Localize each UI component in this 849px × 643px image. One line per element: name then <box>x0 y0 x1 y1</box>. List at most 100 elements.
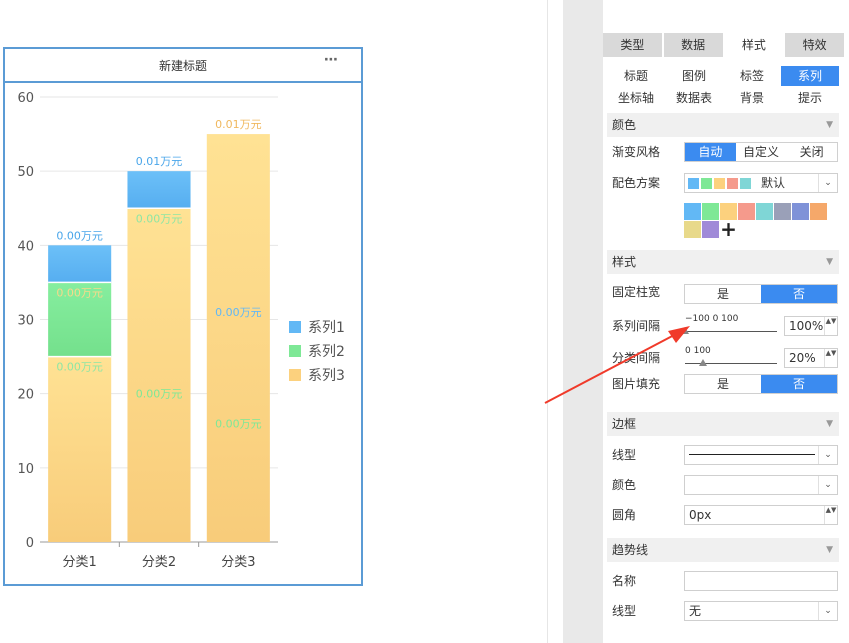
image-fill-no[interactable]: 否 <box>761 375 837 393</box>
subtab-series[interactable]: 系列 <box>781 66 839 86</box>
tab-style[interactable]: 样式 <box>724 33 784 57</box>
gradient-style-toggle: 自动 自定义 关闭 <box>684 142 838 162</box>
line-preview <box>689 454 815 455</box>
color-scheme-value: 默认 <box>761 176 786 190</box>
color-swatch[interactable] <box>756 203 773 220</box>
slider-thumb[interactable] <box>681 327 689 334</box>
gradient-off-option[interactable]: 关闭 <box>786 143 837 161</box>
chevron-down-icon[interactable]: ⌄ <box>818 174 837 192</box>
y-tick-label: 10 <box>17 462 34 477</box>
scheme-preview-swatch <box>727 178 738 189</box>
color-swatches <box>684 203 828 220</box>
spinner-arrows-icon[interactable]: ▲▼ <box>824 506 837 524</box>
caret-down-icon: ▼ <box>826 257 833 267</box>
section-border[interactable]: 边框 ▼ <box>607 412 839 436</box>
y-tick-label: 0 <box>26 536 34 551</box>
legend-swatch <box>289 369 301 381</box>
image-fill-label: 图片填充 <box>612 377 661 391</box>
section-border-title: 边框 <box>612 417 637 431</box>
trendline-line-type-value: 无 <box>689 604 702 618</box>
color-swatch[interactable] <box>774 203 791 220</box>
series-gap-slider[interactable]: −100 0 100 <box>681 314 781 340</box>
spinner-arrows-icon[interactable]: ▲▼ <box>824 317 837 335</box>
y-tick-label: 60 <box>17 91 34 106</box>
scheme-preview <box>688 178 753 189</box>
tab-type[interactable]: 类型 <box>603 33 662 57</box>
color-swatches: + <box>684 219 737 239</box>
color-swatch[interactable] <box>738 203 755 220</box>
design-canvas[interactable]: $fine_username fine_usern now() ow() $fi… <box>0 0 547 643</box>
fixed-width-yes[interactable]: 是 <box>685 285 761 303</box>
subtab-label[interactable]: 标签 <box>723 66 781 86</box>
slider-thumb[interactable] <box>699 359 708 366</box>
border-color-label: 颜色 <box>612 478 637 492</box>
image-fill-yes[interactable]: 是 <box>685 375 761 393</box>
scheme-preview-swatch <box>688 178 699 189</box>
color-scheme-select[interactable]: 默认 ⌄ <box>684 173 838 193</box>
y-tick-label: 50 <box>17 165 34 180</box>
color-swatch[interactable] <box>684 221 701 238</box>
x-tick-label: 分类1 <box>63 555 97 570</box>
bar-系列3 <box>127 208 191 542</box>
y-tick-label: 40 <box>17 239 34 254</box>
y-tick-label: 20 <box>17 388 34 403</box>
section-style[interactable]: 样式 ▼ <box>607 250 839 274</box>
border-color-select[interactable]: ⌄ <box>684 475 838 495</box>
data-label: 0.01万元 <box>136 155 183 168</box>
category-gap-slider[interactable]: 0 100 <box>685 346 781 372</box>
fixed-width-label: 固定柱宽 <box>612 285 661 299</box>
series-gap-label: 系列间隔 <box>612 319 661 333</box>
section-trendline[interactable]: 趋势线 ▼ <box>607 538 839 562</box>
subtab-datasheet[interactable]: 数据表 <box>665 88 723 108</box>
x-tick-label: 分类3 <box>221 555 255 570</box>
legend-label: 系列2 <box>308 344 345 360</box>
color-swatch[interactable] <box>792 203 809 220</box>
data-label: 0.00万元 <box>215 417 262 430</box>
tab-effects[interactable]: 特效 <box>785 33 844 57</box>
color-swatch[interactable] <box>684 203 701 220</box>
trendline-line-type-label: 线型 <box>612 604 637 618</box>
section-trendline-title: 趋势线 <box>612 543 649 557</box>
scheme-preview-swatch <box>701 178 712 189</box>
add-color-icon[interactable]: + <box>720 219 737 239</box>
subtab-background[interactable]: 背景 <box>723 88 781 108</box>
chevron-down-icon[interactable]: ⌄ <box>818 476 837 494</box>
category-gap-value: 20% <box>789 351 816 365</box>
subtab-axis[interactable]: 坐标轴 <box>607 88 665 108</box>
series-gap-value: 100% <box>789 319 824 333</box>
trendline-line-type-select[interactable]: 无 ⌄ <box>684 601 838 621</box>
border-line-type-select[interactable]: ⌄ <box>684 445 838 465</box>
tab-data[interactable]: 数据 <box>663 33 723 57</box>
category-gap-spinner[interactable]: 20% ▲▼ <box>784 348 838 368</box>
color-swatch[interactable] <box>702 221 719 238</box>
color-swatch[interactable] <box>702 203 719 220</box>
color-swatch[interactable] <box>810 203 827 220</box>
subtab-legend[interactable]: 图例 <box>665 66 723 86</box>
scheme-preview-swatch <box>740 178 751 189</box>
subtab-title[interactable]: 标题 <box>607 66 665 86</box>
section-color-title: 颜色 <box>612 118 637 132</box>
image-fill-toggle: 是 否 <box>684 374 838 394</box>
series-gap-spinner[interactable]: 100% ▲▼ <box>784 316 838 336</box>
property-panel: 类型 数据 样式 特效 标题 图例 标签 系列 坐标轴 数据表 背景 提示 颜色… <box>603 0 849 643</box>
chevron-down-icon[interactable]: ⌄ <box>818 446 837 464</box>
border-radius-input[interactable]: 0px ▲▼ <box>684 505 838 525</box>
chevron-down-icon[interactable]: ⌄ <box>818 602 837 620</box>
slider-track <box>685 331 777 332</box>
bar-系列1 <box>127 171 191 209</box>
spinner-arrows-icon[interactable]: ▲▼ <box>824 349 837 367</box>
panel-gutter <box>563 0 603 643</box>
subtab-tooltip[interactable]: 提示 <box>781 88 839 108</box>
trendline-name-input[interactable] <box>684 571 838 591</box>
color-scheme-label: 配色方案 <box>612 176 661 190</box>
gradient-custom-option[interactable]: 自定义 <box>736 143 787 161</box>
bar-系列3 <box>206 134 270 543</box>
gradient-auto-option[interactable]: 自动 <box>685 143 736 161</box>
section-color[interactable]: 颜色 ▼ <box>607 113 839 137</box>
trendline-name-label: 名称 <box>612 574 637 588</box>
data-label: 0.01万元 <box>215 118 262 131</box>
data-label: 0.00万元 <box>215 306 262 319</box>
border-radius-label: 圆角 <box>612 508 637 522</box>
data-label: 0.00万元 <box>56 229 103 242</box>
fixed-width-no[interactable]: 否 <box>761 285 837 303</box>
